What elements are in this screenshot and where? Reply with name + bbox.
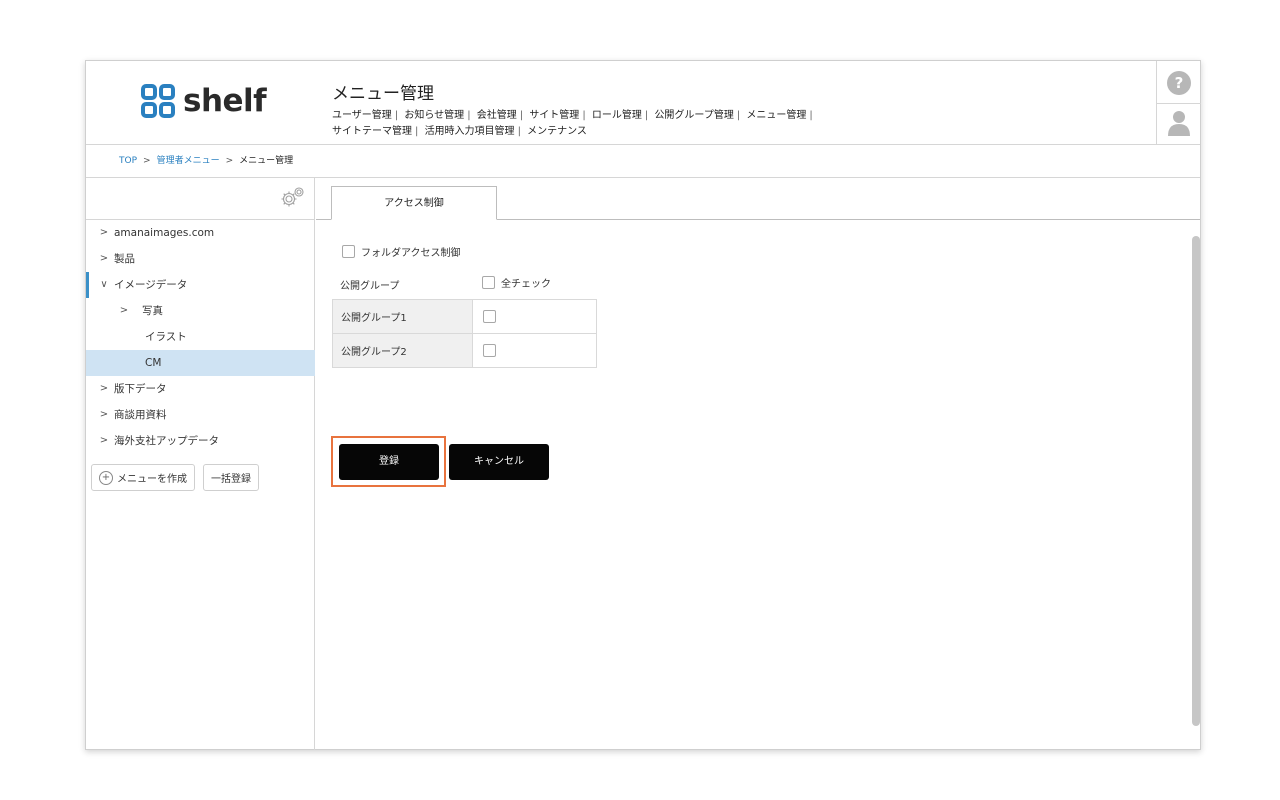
group-name: 公開グループ1 (332, 299, 473, 334)
chevron-right-icon[interactable]: > (118, 298, 130, 324)
group-name: 公開グループ2 (332, 333, 473, 368)
chevron-right-icon[interactable]: > (98, 376, 110, 402)
menu-tree: > amanaimages.com > 製品 ∨ イメージデータ > 写真 イラ… (86, 220, 315, 454)
tree-item-products[interactable]: > 製品 (86, 246, 315, 272)
folder-access-checkbox[interactable] (342, 245, 355, 258)
tree-item-photo[interactable]: > 写真 (86, 298, 315, 324)
group-checkbox[interactable] (483, 344, 496, 357)
chevron-right-icon[interactable]: > (98, 402, 110, 428)
tree-item-cm[interactable]: CM (86, 350, 315, 376)
help-icon[interactable]: ? (1167, 71, 1191, 95)
breadcrumb: TOP > 管理者メニュー > メニュー管理 (119, 156, 294, 166)
tree-item-block-copy-data[interactable]: > 版下データ (86, 376, 315, 402)
shelf-logo-icon (141, 84, 175, 118)
folder-access-control[interactable]: フォルダアクセス制御 (342, 244, 461, 259)
header: shelf メニュー管理 ユーザー管理 | お知らせ管理 | 会社管理 | サイト管理… (86, 61, 1201, 145)
sidebar-actions: + メニューを作成 一括登録 (91, 464, 259, 491)
tree-item-sales-materials[interactable]: > 商談用資料 (86, 402, 315, 428)
tab-access-control[interactable]: アクセス制御 (331, 186, 497, 220)
public-group-table: 公開グループ1 公開グループ2 (332, 299, 597, 368)
app-window: shelf メニュー管理 ユーザー管理 | お知らせ管理 | 会社管理 | サイト管理… (85, 60, 1201, 750)
logo[interactable]: shelf (140, 81, 267, 121)
header-right-icons: ? (1156, 61, 1201, 145)
plus-circle-icon: + (99, 470, 113, 485)
tree-item-amanaimages[interactable]: > amanaimages.com (86, 220, 315, 246)
settings-gear-icon[interactable] (280, 186, 306, 208)
nav-input-items[interactable]: 活用時入力項目管理 (425, 126, 515, 137)
scrollbar[interactable] (1192, 236, 1200, 726)
sidebar: > amanaimages.com > 製品 ∨ イメージデータ > 写真 イラ… (86, 178, 315, 750)
nav-users[interactable]: ユーザー管理 (332, 110, 392, 121)
bulk-register-button[interactable]: 一括登録 (203, 464, 259, 491)
register-button[interactable]: 登録 (339, 444, 439, 480)
check-all-checkbox[interactable] (482, 276, 495, 289)
nav-site-theme[interactable]: サイトテーマ管理 (332, 126, 412, 137)
nav-news[interactable]: お知らせ管理 (404, 110, 464, 121)
chevron-right-icon[interactable]: > (98, 220, 110, 246)
table-row: 公開グループ1 (332, 299, 597, 334)
tree-item-overseas-upload[interactable]: > 海外支社アップデータ (86, 428, 315, 454)
nav-public-group[interactable]: 公開グループ管理 (654, 110, 733, 121)
create-menu-button[interactable]: + メニューを作成 (91, 464, 195, 491)
main-content: アクセス制御 フォルダアクセス制御 公開グループ 全チェック 公開グループ1 公… (316, 178, 1200, 750)
tree-item-image-data[interactable]: ∨ イメージデータ (86, 272, 315, 298)
admin-nav: ユーザー管理 | お知らせ管理 | 会社管理 | サイト管理 | ロール管理 | 公開グル… (332, 110, 813, 137)
chevron-right-icon[interactable]: > (98, 428, 110, 454)
nav-role[interactable]: ロール管理 (592, 110, 642, 121)
breadcrumb-top[interactable]: TOP (119, 156, 137, 166)
user-icon[interactable] (1168, 110, 1190, 136)
chevron-down-icon[interactable]: ∨ (98, 272, 110, 298)
page-title: メニュー管理 (332, 84, 434, 104)
tree-item-illustration[interactable]: イラスト (86, 324, 315, 350)
breadcrumb-admin-menu[interactable]: 管理者メニュー (157, 156, 220, 166)
nav-maintenance[interactable]: メンテナンス (527, 126, 587, 137)
check-all[interactable]: 全チェック (482, 275, 551, 290)
logo-text: shelf (183, 83, 267, 119)
table-row: 公開グループ2 (332, 333, 597, 368)
breadcrumb-current: メニュー管理 (239, 156, 294, 166)
chevron-right-icon[interactable]: > (98, 246, 110, 272)
public-group-label: 公開グループ (340, 281, 400, 292)
nav-site[interactable]: サイト管理 (529, 110, 579, 121)
group-checkbox[interactable] (483, 310, 496, 323)
nav-menu[interactable]: メニュー管理 (746, 110, 806, 121)
nav-company[interactable]: 会社管理 (477, 110, 517, 121)
cancel-button[interactable]: キャンセル (449, 444, 549, 480)
